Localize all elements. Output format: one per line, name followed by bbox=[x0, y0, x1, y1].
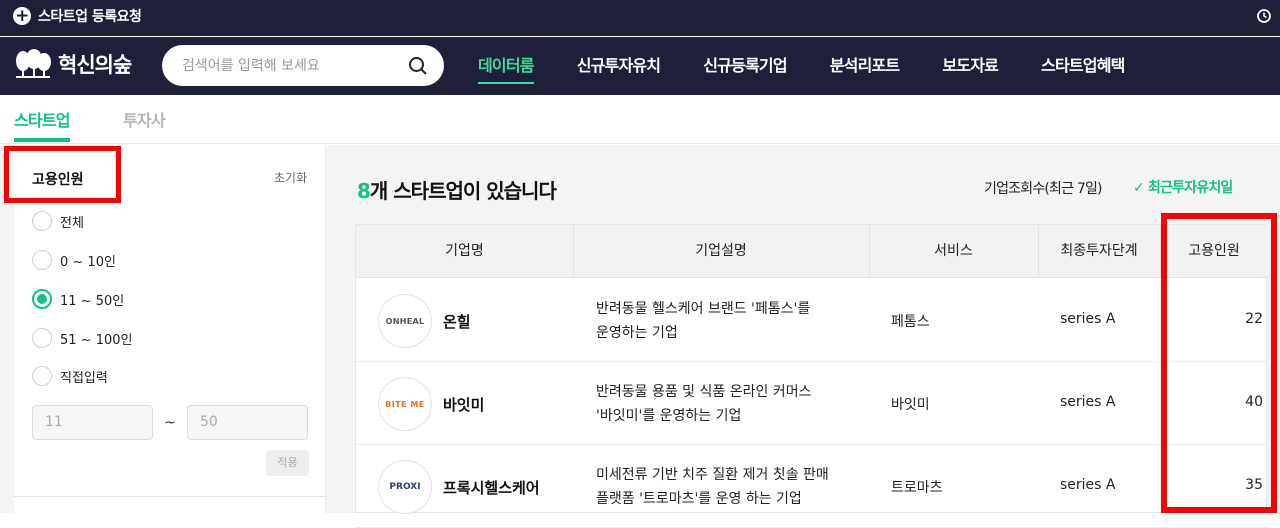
company-name[interactable]: 프록시헬스케어 bbox=[443, 477, 540, 498]
option-all[interactable]: 전체 bbox=[32, 211, 84, 231]
history-icon[interactable] bbox=[1256, 8, 1272, 24]
option-label: 전체 bbox=[60, 215, 84, 231]
company-name[interactable]: 바잇미 bbox=[443, 394, 484, 415]
company-name[interactable]: 온힐 bbox=[443, 311, 471, 332]
check-icon: ✓ bbox=[1133, 180, 1145, 196]
logo-label: BITE ME bbox=[385, 399, 425, 409]
header-stage[interactable]: 최종투자단계 bbox=[1038, 225, 1160, 278]
divider bbox=[14, 496, 326, 497]
highlight-box-employees-column bbox=[1161, 213, 1277, 513]
sort-latest-label: 최근투자유치일 bbox=[1147, 180, 1233, 196]
main-menu: 데이터룸 신규투자유치 신규등록기업 분석리포트 보도자료 스타트업혜택 bbox=[478, 37, 1168, 95]
option-label: 51 ~ 100인 bbox=[60, 332, 133, 348]
company-logo: PROXI bbox=[378, 460, 432, 514]
company-logo: ONHEAL bbox=[378, 294, 432, 348]
range-separator: ~ bbox=[164, 415, 176, 431]
table-row[interactable]: ONHEAL 온힐 반려동물 헬스케어 브랜드 '페톰스'를 운영하는 기업 페… bbox=[356, 279, 1268, 362]
top-bar: + 스타트업 등록요청 bbox=[0, 0, 1280, 36]
company-logo: BITE ME bbox=[378, 377, 432, 431]
menu-dataroom[interactable]: 데이터룸 bbox=[478, 37, 534, 95]
apply-button[interactable]: 적용 bbox=[266, 450, 309, 476]
logo-label: PROXI bbox=[389, 482, 421, 492]
company-stage: series A bbox=[1060, 477, 1116, 493]
description-line: 운영하는 기업 bbox=[596, 325, 678, 341]
search-icon[interactable] bbox=[408, 56, 428, 76]
results-area: 8개 스타트업이 있습니다 기업조회수(최근 7일) ✓ 최근투자유치일 기업명 … bbox=[340, 145, 1280, 528]
search-input[interactable] bbox=[182, 54, 402, 78]
reset-button[interactable]: 초기화 bbox=[274, 169, 307, 186]
sort-by-latest-investment[interactable]: ✓ 최근투자유치일 bbox=[1133, 177, 1233, 197]
header-description[interactable]: 기업설명 bbox=[573, 225, 869, 278]
tab-bar: 스타트업 투자사 bbox=[0, 95, 1280, 144]
option-0-10[interactable]: 0 ~ 10인 bbox=[32, 250, 116, 270]
company-description: 반려동물 헬스케어 브랜드 '페톰스'를 운영하는 기업 bbox=[596, 297, 836, 345]
description-line: 반려동물 헬스케어 브랜드 '페톰스'를 bbox=[596, 301, 811, 317]
description-line: 플랫폼 '트로마츠'를 운영 하는 기업 bbox=[596, 491, 802, 507]
option-51-100[interactable]: 51 ~ 100인 bbox=[32, 328, 132, 348]
company-stage: series A bbox=[1060, 394, 1116, 410]
description-line: '바잇미'를 운영하는 기업 bbox=[596, 408, 742, 424]
startup-table: 기업명 기업설명 서비스 최종투자단계 고용인원 ONHEAL 온힐 반려동물 … bbox=[355, 224, 1268, 528]
description-line: 미세전류 기반 치주 질환 제거 칫솔 판매 bbox=[596, 467, 829, 483]
register-startup-button[interactable]: + 스타트업 등록요청 bbox=[13, 6, 142, 26]
menu-benefits[interactable]: 스타트업혜택 bbox=[1041, 37, 1125, 95]
description-line: 반려동물 용품 및 식품 온라인 커머스 bbox=[596, 384, 812, 400]
table-row[interactable]: PROXI 프록시헬스케어 미세전류 기반 치주 질환 제거 칫솔 판매 플랫폼… bbox=[356, 445, 1268, 528]
plus-icon: + bbox=[13, 7, 31, 25]
company-service: 바잇미 bbox=[891, 397, 930, 413]
menu-press[interactable]: 보도자료 bbox=[942, 37, 998, 95]
logo-label: ONHEAL bbox=[385, 316, 425, 326]
company-service: 트로마츠 bbox=[891, 480, 943, 496]
result-count-number: 8 bbox=[357, 179, 371, 203]
main-nav: 혁신의숲 데이터룸 신규투자유치 신규등록기업 분석리포트 보도자료 스타트업혜… bbox=[0, 37, 1280, 95]
menu-reports[interactable]: 분석리포트 bbox=[830, 37, 900, 95]
register-label: 스타트업 등록요청 bbox=[38, 9, 142, 25]
result-count-suffix: 개 스타트업이 있습니다 bbox=[369, 179, 557, 203]
header-service[interactable]: 서비스 bbox=[869, 225, 1038, 278]
sort-by-views[interactable]: 기업조회수(최근 7일) bbox=[984, 178, 1103, 198]
highlight-box-filter-title bbox=[4, 146, 121, 203]
logo-text: 혁신의숲 bbox=[58, 53, 132, 77]
min-employees-input[interactable]: 11 bbox=[32, 405, 153, 440]
table-row[interactable]: BITE ME 바잇미 반려동물 용품 및 식품 온라인 커머스 '바잇미'를 … bbox=[356, 362, 1268, 445]
menu-new-investment[interactable]: 신규투자유치 bbox=[577, 37, 661, 95]
option-label: 11 ~ 50인 bbox=[60, 293, 125, 309]
tab-investor[interactable]: 투자사 bbox=[123, 107, 166, 131]
forest-logo-icon bbox=[16, 49, 51, 78]
option-custom[interactable]: 직접입력 bbox=[32, 366, 108, 386]
radio-custom[interactable] bbox=[32, 366, 52, 386]
site-logo[interactable]: 혁신의숲 bbox=[14, 49, 132, 79]
option-label: 직접입력 bbox=[60, 370, 108, 386]
result-count: 8개 스타트업이 있습니다 bbox=[357, 175, 557, 204]
header-company[interactable]: 기업명 bbox=[356, 225, 573, 278]
radio-11-50[interactable] bbox=[32, 289, 52, 309]
company-stage: series A bbox=[1060, 311, 1116, 327]
option-label: 0 ~ 10인 bbox=[60, 254, 116, 270]
radio-0-10[interactable] bbox=[32, 250, 52, 270]
search-box bbox=[162, 45, 444, 86]
tab-startup[interactable]: 스타트업 bbox=[14, 107, 70, 142]
option-11-50[interactable]: 11 ~ 50인 bbox=[32, 289, 124, 309]
radio-51-100[interactable] bbox=[32, 328, 52, 348]
company-service: 페톰스 bbox=[891, 314, 930, 330]
table-header: 기업명 기업설명 서비스 최종투자단계 고용인원 bbox=[356, 225, 1268, 278]
company-description: 미세전류 기반 치주 질환 제거 칫솔 판매 플랫폼 '트로마츠'를 운영 하는… bbox=[596, 463, 856, 511]
company-description: 반려동물 용품 및 식품 온라인 커머스 '바잇미'를 운영하는 기업 bbox=[596, 380, 836, 428]
max-employees-input[interactable]: 50 bbox=[187, 405, 308, 440]
menu-new-companies[interactable]: 신규등록기업 bbox=[703, 37, 787, 95]
radio-all[interactable] bbox=[32, 211, 52, 231]
